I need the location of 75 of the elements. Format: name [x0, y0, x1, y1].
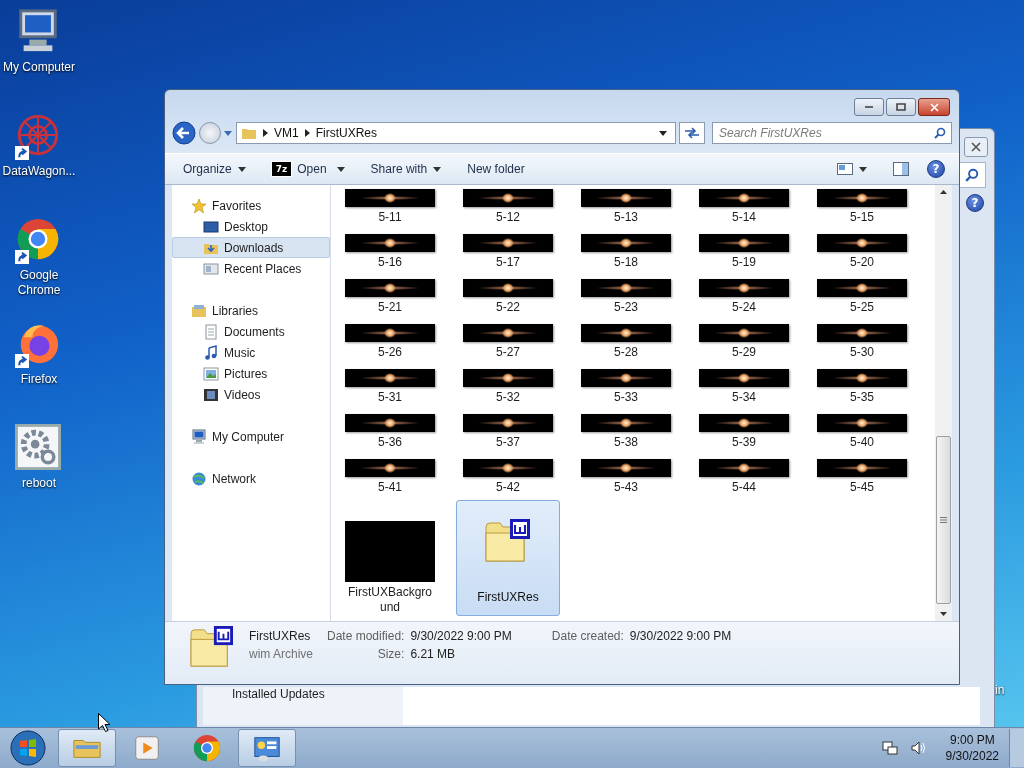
- file-item[interactable]: 5-19: [699, 233, 789, 271]
- toolbar-button[interactable]: 7z Open: [263, 158, 353, 180]
- file-item[interactable]: 5-20: [817, 233, 907, 271]
- file-item[interactable]: 5-36: [345, 413, 435, 451]
- file-item[interactable]: 5-11: [345, 188, 435, 226]
- desktop-icon-label[interactable]: Firefox: [0, 372, 78, 387]
- file-item[interactable]: 5-22: [463, 278, 553, 316]
- breadcrumb[interactable]: FirstUXRes: [315, 126, 378, 140]
- nav-item[interactable]: Pictures: [172, 363, 330, 384]
- app-logo: 7z: [271, 162, 292, 176]
- file-item[interactable]: 5-30: [817, 323, 907, 361]
- file-item[interactable]: 5-44: [699, 458, 789, 496]
- help-button[interactable]: ?: [966, 194, 984, 212]
- toolbar-button[interactable]: Organize: [175, 158, 254, 180]
- file-item[interactable]: 5-24: [699, 278, 789, 316]
- file-item[interactable]: 5-21: [345, 278, 435, 316]
- nav-item[interactable]: Favorites: [172, 195, 330, 216]
- file-item[interactable]: 5-23: [581, 278, 671, 316]
- field-value: 9/30/2022 9:00 PM: [410, 629, 512, 643]
- file-item[interactable]: 5-26: [345, 323, 435, 361]
- nav-item[interactable]: Music: [172, 342, 330, 363]
- panel-link[interactable]: Installed Updates: [203, 687, 325, 701]
- file-item[interactable]: 5-16: [345, 233, 435, 271]
- file-item[interactable]: 5-31: [345, 368, 435, 406]
- field-label: Date created:: [551, 629, 624, 643]
- breadcrumb[interactable]: VM1: [274, 126, 299, 140]
- file-name: FirstUXRes: [249, 629, 312, 643]
- nav-item[interactable]: Documents: [172, 321, 330, 342]
- desktop-icon-label[interactable]: reboot: [0, 476, 78, 491]
- file-item[interactable]: 5-40: [817, 413, 907, 451]
- toolbar-button[interactable]: Share with: [362, 158, 450, 180]
- file-item[interactable]: 5-12: [463, 188, 553, 226]
- field-label: Size:: [376, 647, 405, 661]
- file-item[interactable]: 5-15: [817, 188, 907, 226]
- file-item[interactable]: 5-39: [699, 413, 789, 451]
- nav-item[interactable]: Videos: [172, 384, 330, 405]
- address-bar[interactable]: VM1 FirstUXRes: [236, 122, 676, 144]
- nav-item[interactable]: Desktop: [172, 216, 330, 237]
- toolbar-button[interactable]: New folder: [459, 158, 533, 180]
- file-item[interactable]: 5-18: [581, 233, 671, 271]
- file-item[interactable]: 5-37: [463, 413, 553, 451]
- field-value: 9/30/2022 9:00 PM: [629, 629, 732, 643]
- file-item[interactable]: 5-17: [463, 233, 553, 271]
- file-item[interactable]: FirstUXBackground: [338, 500, 442, 616]
- field-label: Date modified:: [327, 629, 405, 643]
- help-button[interactable]: ?: [927, 160, 945, 178]
- nav-item[interactable]: Downloads: [172, 237, 330, 258]
- file-item[interactable]: 5-14: [699, 188, 789, 226]
- field-value: 6.21 MB: [410, 647, 457, 661]
- file-item[interactable]: FirstUXRes: [456, 500, 560, 616]
- desktop-icon-label[interactable]: Google Chrome: [0, 268, 78, 298]
- file-item[interactable]: 5-25: [817, 278, 907, 316]
- desktop-icon-label[interactable]: My Computer: [0, 60, 78, 75]
- file-item[interactable]: 5-32: [463, 368, 553, 406]
- file-item[interactable]: 5-29: [699, 323, 789, 361]
- nav-item[interactable]: Recent Places: [172, 258, 330, 279]
- nav-item[interactable]: Libraries: [172, 300, 330, 321]
- file-item[interactable]: 5-42: [463, 458, 553, 496]
- file-item[interactable]: 5-38: [581, 413, 671, 451]
- file-item[interactable]: 5-34: [699, 368, 789, 406]
- file-item[interactable]: 5-41: [345, 458, 435, 496]
- file-item[interactable]: 5-27: [463, 323, 553, 361]
- file-item[interactable]: 5-13: [581, 188, 671, 226]
- nav-item[interactable]: Network: [172, 468, 330, 489]
- file-item[interactable]: 5-28: [581, 323, 671, 361]
- file-item[interactable]: 5-33: [581, 368, 671, 406]
- file-type: wim Archive: [249, 647, 313, 661]
- search-field[interactable]: Search FirstUXRes: [712, 122, 952, 144]
- clock-date[interactable]: 9/30/2022: [945, 748, 999, 764]
- nav-item[interactable]: My Computer: [172, 426, 330, 447]
- file-item[interactable]: 5-43: [581, 458, 671, 496]
- clock-time[interactable]: 9:00 PM: [945, 732, 999, 748]
- desktop-icon-label[interactable]: DataWagon...: [0, 164, 78, 179]
- file-item[interactable]: 5-45: [817, 458, 907, 496]
- file-item[interactable]: 5-35: [817, 368, 907, 406]
